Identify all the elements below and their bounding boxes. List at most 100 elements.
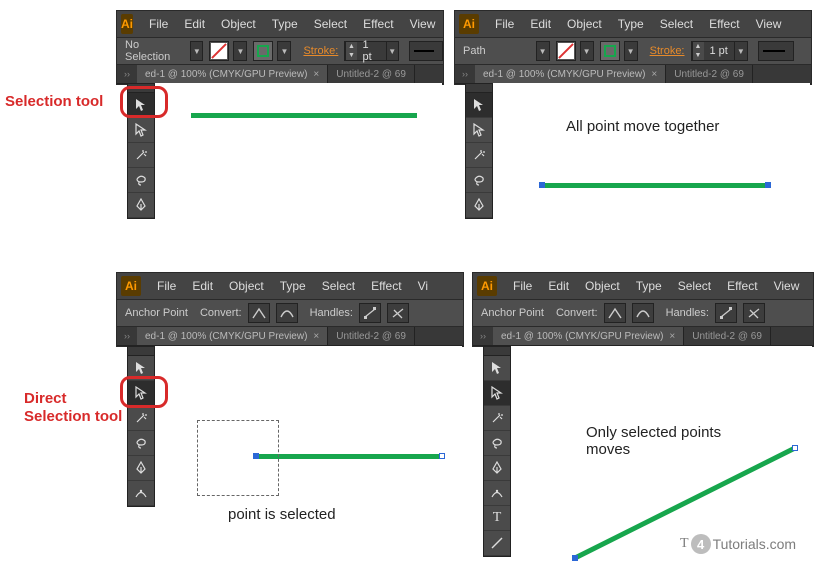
line-shape[interactable] — [191, 113, 417, 118]
menu-edit[interactable]: Edit — [522, 17, 559, 31]
tab-handle-icon[interactable]: ›› — [455, 65, 475, 83]
direct-selection-tool[interactable] — [128, 118, 154, 143]
pen-tool[interactable] — [128, 456, 154, 481]
tab-active[interactable]: ed-1 @ 100% (CMYK/GPU Preview)× — [475, 65, 666, 83]
menu-file[interactable]: File — [487, 17, 522, 31]
chevron-down-icon[interactable]: ▼ — [536, 41, 550, 61]
line-shape[interactable] — [541, 183, 767, 188]
menu-select[interactable]: Select — [670, 279, 719, 293]
tab-inactive[interactable]: Untitled-2 @ 69 — [328, 327, 415, 345]
line-tool[interactable] — [484, 531, 510, 556]
menu-object[interactable]: Object — [221, 279, 272, 293]
menu-view[interactable]: View — [766, 279, 808, 293]
stroke-style-dropdown[interactable] — [758, 41, 794, 61]
fill-swatch[interactable]: ▼ — [209, 41, 247, 61]
handles-hide-icon[interactable] — [387, 303, 409, 323]
close-icon[interactable]: × — [651, 69, 657, 80]
tab-handle-icon[interactable]: ›› — [117, 65, 137, 83]
canvas-p2[interactable] — [493, 83, 810, 216]
convert-smooth-icon[interactable] — [276, 303, 298, 323]
anchor-point[interactable] — [765, 182, 771, 188]
tab-handle-icon[interactable]: ›› — [117, 327, 137, 345]
menu-type[interactable]: Type — [610, 17, 652, 31]
menu-effect[interactable]: Effect — [701, 17, 747, 31]
stroke-style-dropdown[interactable] — [409, 41, 443, 61]
handles-show-icon[interactable] — [359, 303, 381, 323]
lasso-tool[interactable] — [128, 431, 154, 456]
menu-select[interactable]: Select — [314, 279, 363, 293]
stroke-weight-input[interactable]: ▲▼ 1 pt ▼ — [691, 41, 748, 61]
convert-smooth-icon[interactable] — [632, 303, 654, 323]
toolbar-grip-icon[interactable] — [128, 347, 154, 356]
pen-tool[interactable] — [484, 456, 510, 481]
menu-effect[interactable]: Effect — [719, 279, 765, 293]
menu-edit[interactable]: Edit — [176, 17, 213, 31]
anchor-point-selected[interactable] — [572, 555, 578, 561]
menu-type[interactable]: Type — [264, 17, 306, 31]
tab-handle-icon[interactable]: ›› — [473, 327, 493, 345]
pen-tool[interactable] — [466, 193, 492, 218]
type-tool[interactable]: T — [484, 506, 510, 531]
magic-wand-tool[interactable] — [484, 406, 510, 431]
canvas-p1[interactable] — [155, 83, 442, 216]
menu-view[interactable]: Vi — [410, 279, 436, 293]
lasso-tool[interactable] — [466, 168, 492, 193]
close-icon[interactable]: × — [313, 69, 319, 80]
menu-object[interactable]: Object — [559, 17, 610, 31]
curvature-tool[interactable] — [128, 481, 154, 506]
pen-tool[interactable] — [128, 193, 154, 218]
convert-corner-icon[interactable] — [248, 303, 270, 323]
menu-file[interactable]: File — [505, 279, 540, 293]
tab-active[interactable]: ed-1 @ 100% (CMYK/GPU Preview)× — [137, 65, 328, 83]
convert-corner-icon[interactable] — [604, 303, 626, 323]
menu-edit[interactable]: Edit — [184, 279, 221, 293]
chevron-down-icon[interactable]: ▼ — [190, 41, 203, 61]
menu-object[interactable]: Object — [577, 279, 628, 293]
line-shape[interactable] — [255, 454, 441, 459]
stroke-swatch[interactable]: ▼ — [600, 41, 638, 61]
stroke-swatch[interactable]: ▼ — [253, 41, 291, 61]
menu-object[interactable]: Object — [213, 17, 264, 31]
toolbar-grip-icon[interactable] — [466, 84, 492, 93]
toolbar-grip-icon[interactable] — [484, 347, 510, 356]
menu-effect[interactable]: Effect — [363, 279, 409, 293]
menu-type[interactable]: Type — [272, 279, 314, 293]
anchor-point[interactable] — [792, 445, 798, 451]
magic-wand-tool[interactable] — [466, 143, 492, 168]
handles-show-icon[interactable] — [715, 303, 737, 323]
stroke-weight-input[interactable]: ▲▼ 1 pt ▼ — [344, 41, 398, 61]
tab-active[interactable]: ed-1 @ 100% (CMYK/GPU Preview)× — [137, 327, 328, 345]
close-icon[interactable]: × — [313, 331, 319, 342]
lasso-tool[interactable] — [128, 168, 154, 193]
menu-select[interactable]: Select — [652, 17, 701, 31]
anchor-point[interactable] — [439, 453, 445, 459]
menu-effect[interactable]: Effect — [355, 17, 401, 31]
direct-selection-tool[interactable] — [484, 381, 510, 406]
direct-selection-tool[interactable] — [466, 118, 492, 143]
menu-type[interactable]: Type — [628, 279, 670, 293]
menu-select[interactable]: Select — [306, 17, 355, 31]
magic-wand-tool[interactable] — [128, 406, 154, 431]
tab-active[interactable]: ed-1 @ 100% (CMYK/GPU Preview)× — [493, 327, 684, 345]
curvature-tool[interactable] — [484, 481, 510, 506]
stroke-label[interactable]: Stroke: — [650, 45, 685, 57]
selection-tool[interactable] — [466, 93, 492, 118]
menu-edit[interactable]: Edit — [540, 279, 577, 293]
menu-file[interactable]: File — [141, 17, 176, 31]
tab-inactive[interactable]: Untitled-2 @ 69 — [328, 65, 415, 83]
menu-view[interactable]: View — [748, 17, 790, 31]
tab-inactive[interactable]: Untitled-2 @ 69 — [684, 327, 771, 345]
tab-inactive-label: Untitled-2 @ 69 — [674, 69, 744, 80]
stroke-label[interactable]: Stroke: — [303, 45, 338, 57]
lasso-tool[interactable] — [484, 431, 510, 456]
menu-file[interactable]: File — [149, 279, 184, 293]
tab-inactive[interactable]: Untitled-2 @ 69 — [666, 65, 753, 83]
close-icon[interactable]: × — [669, 331, 675, 342]
fill-swatch[interactable]: ▼ — [556, 41, 594, 61]
selection-tool[interactable] — [484, 356, 510, 381]
anchor-point[interactable] — [539, 182, 545, 188]
handles-hide-icon[interactable] — [743, 303, 765, 323]
menu-view[interactable]: View — [402, 17, 444, 31]
canvas-p3[interactable] — [155, 346, 462, 526]
magic-wand-tool[interactable] — [128, 143, 154, 168]
